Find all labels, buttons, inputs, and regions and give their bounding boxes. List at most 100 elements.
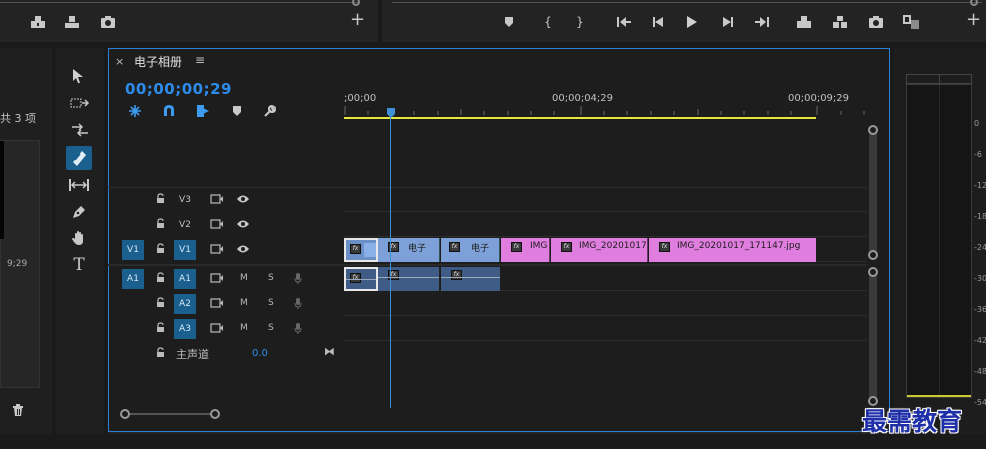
close-tab-button[interactable]: × bbox=[115, 55, 127, 68]
mute-button[interactable]: M bbox=[240, 273, 248, 283]
selection-tool-icon[interactable] bbox=[72, 68, 88, 84]
step-forward-icon[interactable] bbox=[722, 16, 736, 28]
source-scrollbar[interactable] bbox=[0, 0, 360, 6]
source-patch-v1[interactable]: V1 bbox=[122, 240, 144, 260]
image-clip[interactable]: fx IMG bbox=[501, 238, 550, 262]
solo-button[interactable]: S bbox=[268, 273, 274, 283]
fx-badge: fx bbox=[451, 270, 462, 280]
extract-icon[interactable] bbox=[832, 15, 850, 29]
comparison-view-icon[interactable] bbox=[902, 14, 922, 30]
lock-icon[interactable] bbox=[156, 272, 165, 283]
meter-peak-indicators[interactable] bbox=[906, 74, 972, 84]
lock-icon[interactable] bbox=[156, 322, 165, 333]
snap-icon[interactable] bbox=[162, 104, 178, 118]
timeline-settings-icon[interactable] bbox=[263, 104, 279, 118]
track-header-v2: V2 bbox=[108, 213, 344, 237]
work-area-bar[interactable] bbox=[344, 117, 816, 119]
razor-tool-button[interactable] bbox=[66, 146, 92, 170]
eye-icon[interactable] bbox=[236, 219, 250, 229]
video-clip[interactable]: fx 电子 bbox=[441, 238, 500, 262]
sync-lock-icon[interactable] bbox=[210, 194, 224, 204]
solo-button[interactable]: S bbox=[268, 298, 274, 308]
source-monitor-controls: + bbox=[0, 0, 378, 42]
sync-lock-icon[interactable] bbox=[210, 323, 224, 333]
playhead-timecode[interactable]: 00;00;00;29 bbox=[125, 80, 232, 98]
track-name-v2[interactable]: V2 bbox=[174, 215, 196, 235]
lane-a2[interactable] bbox=[344, 292, 866, 316]
pen-tool-icon[interactable] bbox=[71, 204, 87, 220]
overwrite-icon[interactable] bbox=[64, 15, 80, 29]
video-vertical-scrollbar[interactable] bbox=[867, 124, 879, 260]
time-ruler[interactable]: ;00;00 00;00;04;29 00;00;09;29 bbox=[344, 93, 866, 121]
type-tool-icon[interactable]: T bbox=[70, 256, 88, 274]
lock-icon[interactable] bbox=[156, 218, 165, 229]
timeline-zoom-scrollbar[interactable] bbox=[120, 408, 222, 420]
add-button[interactable]: + bbox=[350, 11, 365, 29]
track-name-v3[interactable]: V3 bbox=[174, 190, 196, 210]
audio-clip-selected[interactable]: fx bbox=[344, 267, 378, 291]
media-thumbnail-area[interactable]: 9;29 bbox=[0, 140, 40, 388]
track-name-v1[interactable]: V1 bbox=[174, 240, 196, 260]
video-clip-selected[interactable]: fx bbox=[344, 238, 378, 262]
go-to-in-icon[interactable] bbox=[616, 16, 634, 28]
video-clip[interactable]: fx 电子 bbox=[378, 238, 440, 262]
export-frame-icon[interactable] bbox=[868, 15, 884, 29]
track-name-a3[interactable]: A3 bbox=[174, 319, 196, 339]
source-patch-a1[interactable]: A1 bbox=[122, 269, 144, 289]
trash-icon[interactable] bbox=[12, 404, 26, 417]
playhead-line[interactable] bbox=[390, 114, 391, 408]
sync-lock-icon[interactable] bbox=[210, 244, 224, 254]
track-select-tool-icon[interactable] bbox=[70, 96, 90, 110]
sync-lock-icon[interactable] bbox=[210, 219, 224, 229]
step-back-icon[interactable] bbox=[652, 16, 666, 28]
go-to-out-icon[interactable] bbox=[754, 16, 772, 28]
audio-clip[interactable]: fx bbox=[378, 267, 440, 291]
microphone-icon[interactable] bbox=[294, 272, 302, 284]
export-frame-icon[interactable] bbox=[100, 15, 116, 29]
lane-v3[interactable] bbox=[344, 188, 866, 212]
insert-icon[interactable] bbox=[30, 15, 46, 29]
lane-v2[interactable] bbox=[344, 213, 866, 237]
linked-selection-icon[interactable] bbox=[196, 104, 212, 118]
nest-icon[interactable] bbox=[128, 104, 144, 118]
eye-icon[interactable] bbox=[236, 244, 250, 254]
lock-icon[interactable] bbox=[156, 193, 165, 204]
mark-in-icon[interactable]: { bbox=[542, 15, 554, 29]
mark-out-icon[interactable]: } bbox=[574, 15, 586, 29]
lock-icon[interactable] bbox=[156, 347, 165, 358]
lock-icon[interactable] bbox=[156, 297, 165, 308]
track-name-a1[interactable]: A1 bbox=[174, 269, 196, 289]
solo-button[interactable]: S bbox=[268, 323, 274, 333]
ripple-edit-tool-icon[interactable] bbox=[70, 122, 90, 138]
sync-lock-icon[interactable] bbox=[210, 298, 224, 308]
track-name-a2[interactable]: A2 bbox=[174, 294, 196, 314]
sequence-tab[interactable]: 电子相册 bbox=[134, 53, 182, 70]
playhead-handle[interactable] bbox=[386, 108, 396, 118]
play-icon[interactable] bbox=[686, 15, 700, 29]
audio-clip[interactable]: fx bbox=[441, 267, 500, 291]
hand-tool-icon[interactable] bbox=[71, 230, 87, 246]
mute-button[interactable]: M bbox=[240, 298, 248, 308]
master-expand-icon[interactable]: ⧓ bbox=[324, 345, 335, 358]
add-marker-icon[interactable] bbox=[504, 16, 516, 28]
slip-tool-icon[interactable] bbox=[68, 178, 90, 192]
eye-icon[interactable] bbox=[236, 194, 250, 204]
sync-lock-icon[interactable] bbox=[210, 273, 224, 283]
audio-vertical-scrollbar[interactable] bbox=[867, 266, 879, 406]
image-clip[interactable]: fx IMG_20201017 bbox=[551, 238, 648, 262]
program-scrollbar[interactable] bbox=[392, 0, 982, 6]
add-marker-icon[interactable] bbox=[232, 105, 244, 117]
microphone-icon[interactable] bbox=[294, 297, 302, 309]
watermark-logo: 最需教育 bbox=[862, 407, 963, 436]
lift-icon[interactable] bbox=[796, 15, 814, 29]
fx-badge: fx bbox=[449, 242, 460, 252]
track-header-a1: A1 A1 M S bbox=[108, 267, 344, 291]
mute-button[interactable]: M bbox=[240, 323, 248, 333]
lock-icon[interactable] bbox=[156, 243, 165, 254]
lane-a3[interactable] bbox=[344, 317, 866, 341]
add-button[interactable]: + bbox=[966, 11, 981, 29]
microphone-icon[interactable] bbox=[294, 322, 302, 334]
image-clip[interactable]: fx IMG_20201017_171147.jpg bbox=[649, 238, 816, 262]
master-volume-value[interactable]: 0.0 bbox=[252, 348, 268, 359]
panel-menu-icon[interactable]: ≡ bbox=[195, 53, 205, 67]
